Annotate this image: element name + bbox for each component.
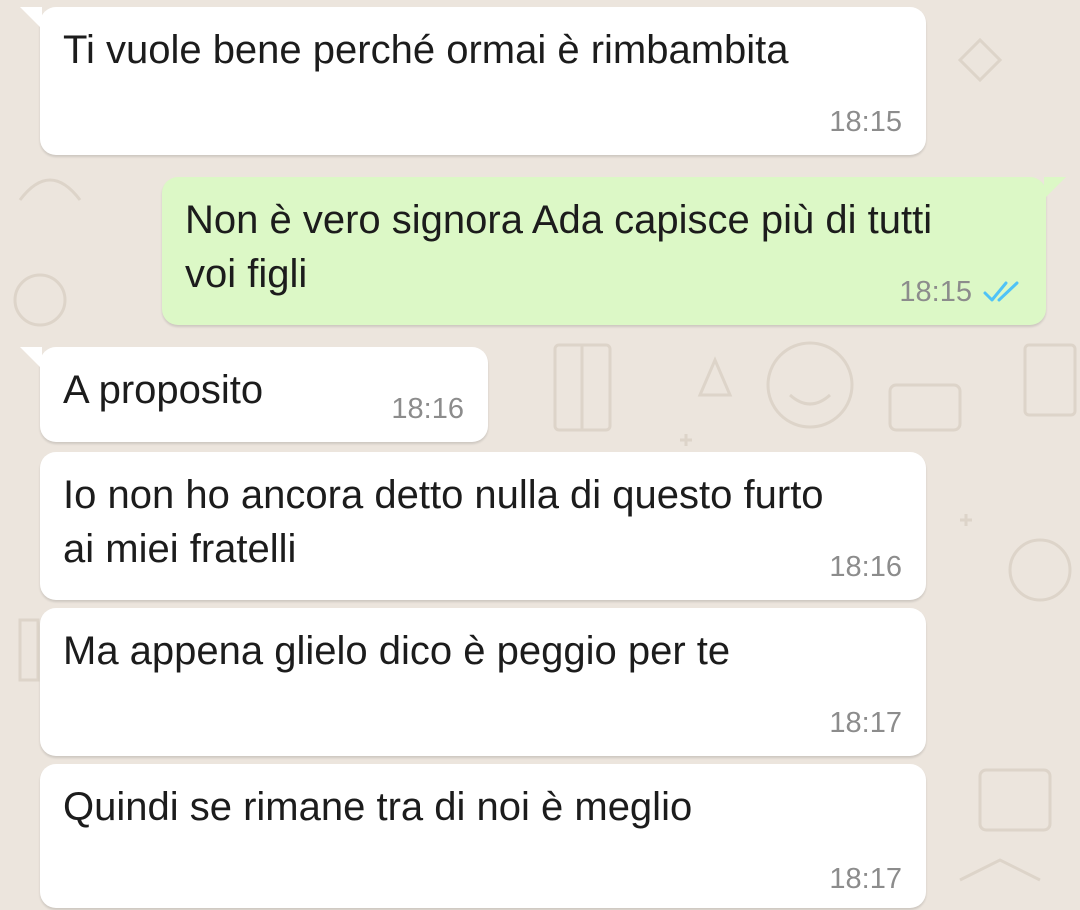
message-bubble-incoming[interactable]: Io non ho ancora detto nulla di questo f… [40, 452, 926, 600]
message-timestamp: 18:16 [829, 550, 902, 584]
message-time: 18:16 [829, 551, 902, 583]
message-text: Io non ho ancora detto nulla di questo f… [63, 473, 824, 571]
message-timestamp: 18:15 [829, 105, 902, 139]
message-bubble-incoming[interactable]: Quindi se rimane tra di noi è meglio 18:… [40, 764, 926, 908]
message-timestamp: 18:15 [899, 275, 1022, 309]
message-time: 18:15 [899, 276, 972, 308]
message-time: 18:16 [391, 393, 464, 425]
message-bubble-incoming[interactable]: Ma appena glielo dico è peggio per te 18… [40, 608, 926, 756]
message-text: A proposito [63, 368, 264, 412]
message-bubble-incoming[interactable]: Ti vuole bene perché ormai è rimbambita … [20, 7, 926, 155]
bubble-tail [20, 347, 42, 369]
message-text: Non è vero signora Ada capisce più di tu… [185, 198, 933, 296]
message-text: Ti vuole bene perché ormai è rimbambita [63, 28, 789, 72]
message-text: Ma appena glielo dico è peggio per te [63, 629, 731, 673]
double-check-icon [983, 281, 1019, 302]
message-time: 18:17 [829, 707, 902, 739]
message-bubble-incoming[interactable]: A proposito 18:16 [20, 347, 488, 442]
message-timestamp: 18:16 [391, 392, 464, 426]
message-bubble-outgoing[interactable]: Non è vero signora Ada capisce più di tu… [162, 177, 1066, 325]
message-time: 18:15 [829, 106, 902, 138]
message-timestamp: 18:17 [829, 706, 902, 740]
message-text: Quindi se rimane tra di noi è meglio [63, 785, 693, 829]
bubble-tail [20, 7, 42, 29]
message-timestamp: 18:17 [829, 862, 902, 896]
bubble-tail [1044, 177, 1066, 199]
message-time: 18:17 [829, 863, 902, 895]
